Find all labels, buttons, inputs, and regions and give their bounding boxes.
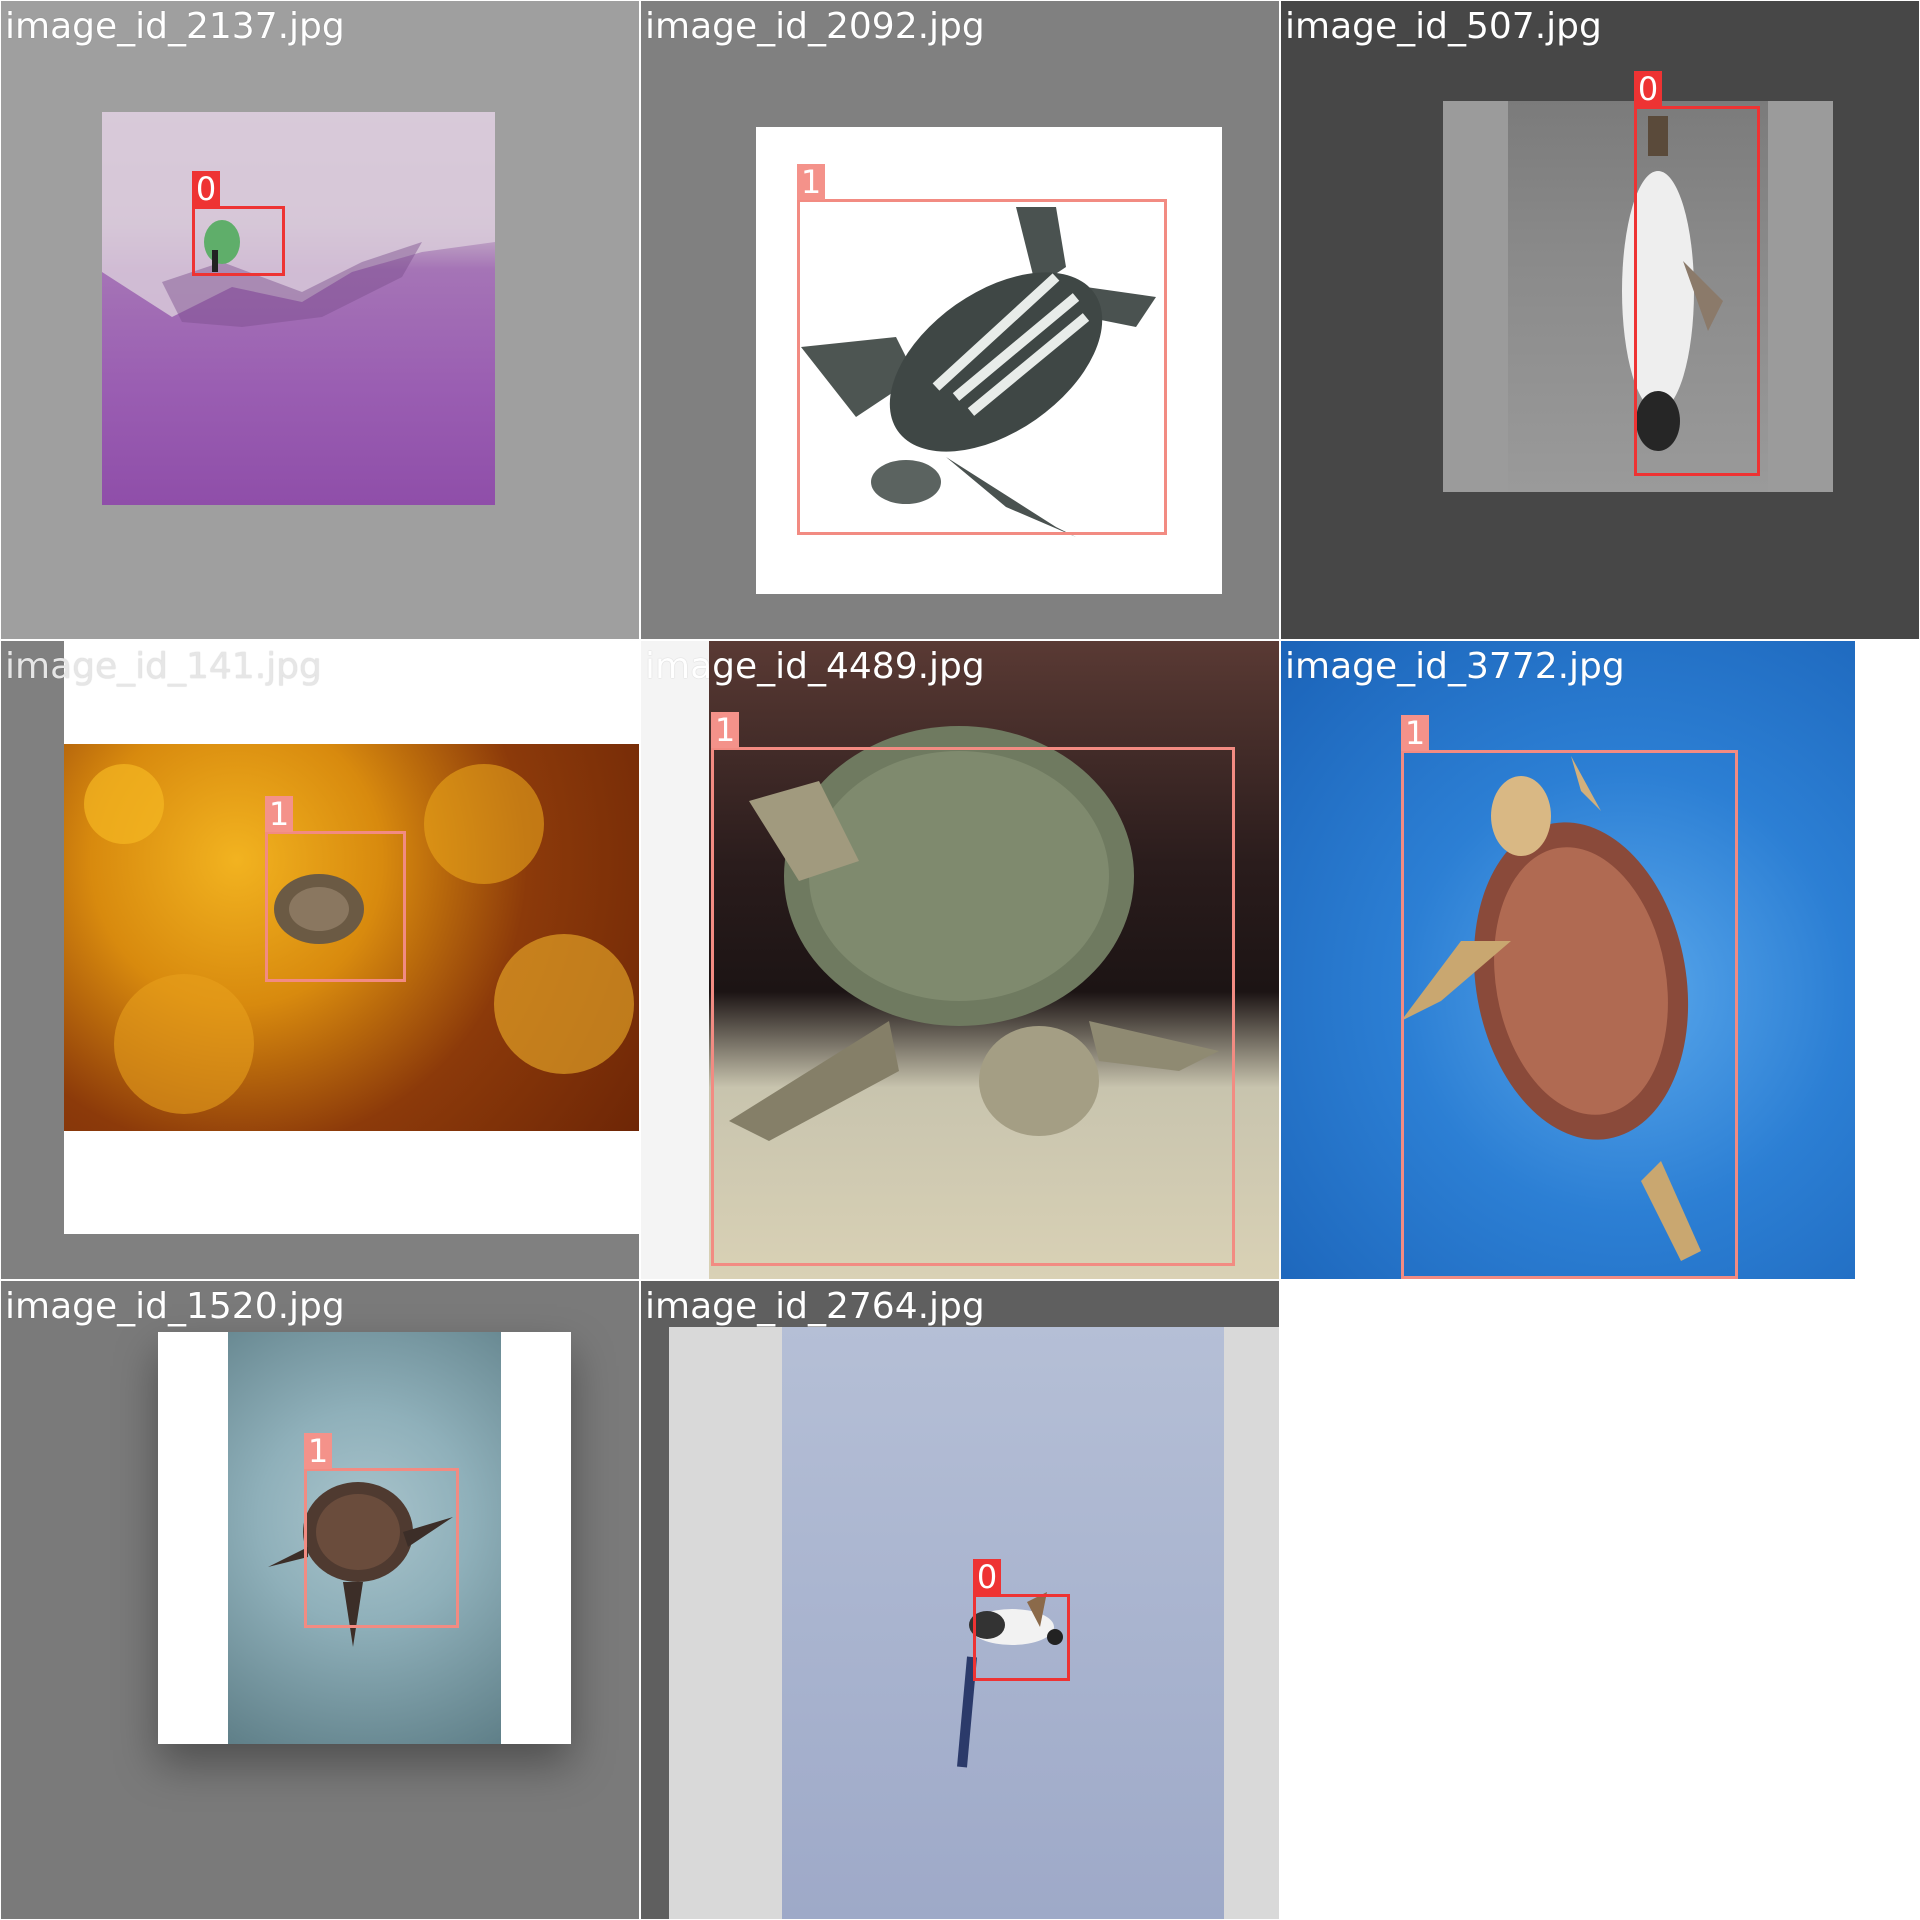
detection-box: 0 <box>1634 71 1760 476</box>
tile-rock-turtle: image_id_4489.jpg 1 <box>641 641 1279 1279</box>
tile-filename: image_id_2137.jpg <box>5 6 345 47</box>
class-label: 1 <box>304 1433 332 1469</box>
class-label: 0 <box>973 1559 1001 1595</box>
tile-filename: image_id_141.jpg <box>5 646 322 687</box>
detection-box: 1 <box>711 712 1235 1266</box>
iceberg-shape <box>102 112 495 327</box>
empty-slot <box>1281 1281 1919 1919</box>
detection-box: 0 <box>192 171 285 276</box>
class-label: 0 <box>1634 71 1662 107</box>
class-label: 1 <box>1401 715 1429 751</box>
tile-filename: image_id_3772.jpg <box>1285 646 1625 687</box>
tile-filename: image_id_507.jpg <box>1285 6 1602 47</box>
detection-box: 1 <box>797 164 1167 535</box>
detection-box: 1 <box>265 796 406 982</box>
class-label: 1 <box>265 796 293 832</box>
tile-sand-turtle: image_id_1520.jpg 1 <box>1 1281 639 1919</box>
class-label: 1 <box>797 164 825 200</box>
tile-penguin-grey: image_id_507.jpg 0 <box>1281 1 1919 639</box>
class-label: 0 <box>192 171 220 207</box>
detection-box: 1 <box>304 1433 459 1628</box>
tile-leatherback: image_id_2092.jpg 1 <box>641 1 1279 639</box>
class-label: 1 <box>711 712 739 748</box>
tile-filename: image_id_1520.jpg <box>5 1286 345 1327</box>
tile-penguin-purple: image_id_2137.jpg 0 <box>1 1 639 639</box>
tile-blue-turtle: image_id_3772.jpg 1 <box>1281 641 1919 1279</box>
detection-box: 0 <box>973 1559 1070 1681</box>
tile-snow-penguin: image_id_2764.jpg 0 <box>641 1281 1279 1919</box>
tile-seaweed-turtle: image_id_141.jpg 1 <box>1 641 639 1279</box>
tile-filename: image_id_4489.jpg <box>645 646 985 687</box>
detection-box: 1 <box>1401 715 1738 1279</box>
tile-filename: image_id_2092.jpg <box>645 6 985 47</box>
tile-photo <box>102 112 495 505</box>
tile-filename: image_id_2764.jpg <box>645 1286 985 1327</box>
